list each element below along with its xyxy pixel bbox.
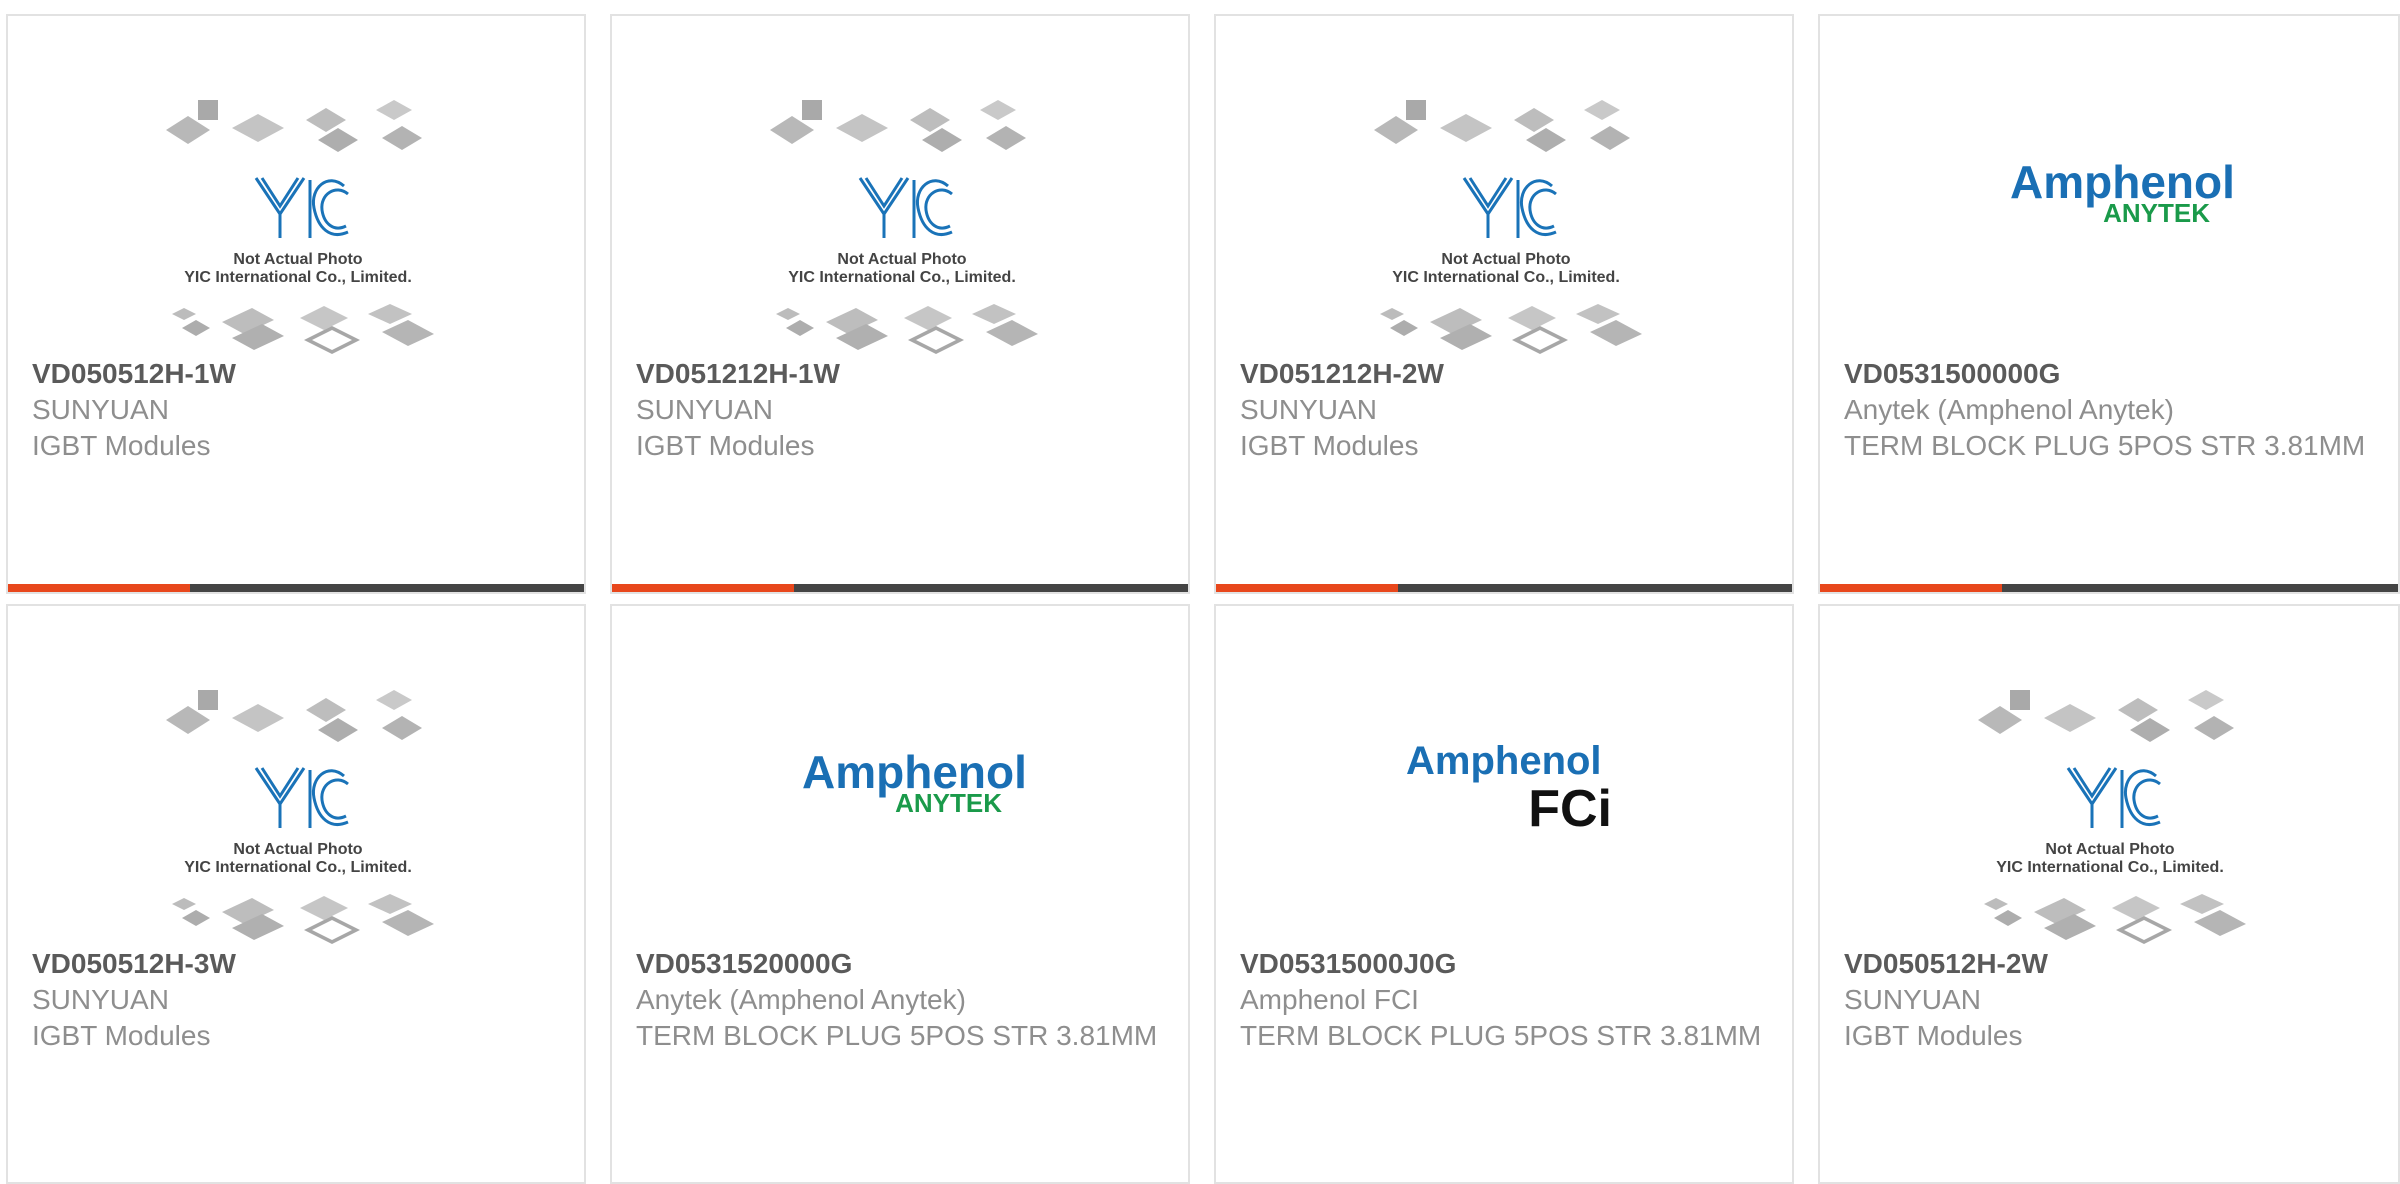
description: IGBT Modules xyxy=(1240,430,1419,461)
manufacturer: Anytek (Amphenol Anytek) xyxy=(1844,394,2174,425)
amphenol-anytek-logo: Amphenol ANYTEK xyxy=(1820,76,2398,356)
svg-text:Not Actual Photo: Not Actual Photo xyxy=(233,841,362,858)
card-accent xyxy=(1820,584,2002,592)
manufacturer: SUNYUAN xyxy=(1240,394,1377,425)
product-image-placeholder: Not Actual Photo YIC International Co., … xyxy=(1216,76,1792,356)
description: IGBT Modules xyxy=(1844,1020,2023,1051)
svg-text:Not Actual Photo: Not Actual Photo xyxy=(2045,841,2174,858)
description: TERM BLOCK PLUG 5POS STR 3.81MM xyxy=(636,1020,1158,1051)
svg-text:YIC International Co., Limited: YIC International Co., Limited. xyxy=(184,269,412,286)
product-card[interactable]: Not Actual Photo YIC International Co., … xyxy=(610,14,1190,594)
amphenol-anytek-logo: Amphenol ANYTEK xyxy=(612,666,1188,946)
part-number-link[interactable]: VD051212H-2W xyxy=(1240,356,1772,392)
svg-text:YIC International Co., Limited: YIC International Co., Limited. xyxy=(1996,859,2224,876)
card-bar xyxy=(1820,584,2398,592)
part-number-link[interactable]: VD0531520000G xyxy=(636,946,1168,982)
manufacturer: Anytek (Amphenol Anytek) xyxy=(636,984,966,1015)
svg-text:FCi: FCi xyxy=(1528,780,1612,838)
svg-text:Amphenol: Amphenol xyxy=(1406,739,1602,783)
svg-text:ANYTEK: ANYTEK xyxy=(895,788,1002,818)
product-card[interactable]: Not Actual Photo YIC International Co., … xyxy=(1818,604,2400,1184)
product-image-placeholder: Not Actual Photo YIC International Co., … xyxy=(8,666,584,946)
card-bar xyxy=(1216,584,1792,592)
card-accent xyxy=(1216,584,1398,592)
manufacturer: SUNYUAN xyxy=(32,984,169,1015)
svg-text:Not Actual Photo: Not Actual Photo xyxy=(1441,251,1570,268)
card-bar xyxy=(8,584,584,592)
product-card[interactable]: Amphenol ANYTEK VD0531500000G Anytek (Am… xyxy=(1818,14,2400,594)
manufacturer: SUNYUAN xyxy=(32,394,169,425)
manufacturer: SUNYUAN xyxy=(1844,984,1981,1015)
manufacturer: SUNYUAN xyxy=(636,394,773,425)
product-card[interactable]: Amphenol ANYTEK VD0531520000G Anytek (Am… xyxy=(610,604,1190,1184)
part-number-link[interactable]: VD0531500000G xyxy=(1844,356,2378,392)
description: IGBT Modules xyxy=(636,430,815,461)
description: TERM BLOCK PLUG 5POS STR 3.81MM xyxy=(1844,430,2366,461)
card-accent xyxy=(8,584,190,592)
product-card[interactable]: Not Actual Photo YIC International Co., … xyxy=(6,604,586,1184)
product-card[interactable]: Amphenol FCi VD05315000J0G Amphenol FCI … xyxy=(1214,604,1794,1184)
svg-text:Not Actual Photo: Not Actual Photo xyxy=(837,251,966,268)
amphenol-fci-logo: Amphenol FCi xyxy=(1216,666,1792,946)
manufacturer: Amphenol FCI xyxy=(1240,984,1419,1015)
svg-text:YIC International Co., Limited: YIC International Co., Limited. xyxy=(1392,269,1620,286)
svg-text:ANYTEK: ANYTEK xyxy=(2103,198,2210,228)
part-number-link[interactable]: VD050512H-3W xyxy=(32,946,564,982)
description: TERM BLOCK PLUG 5POS STR 3.81MM xyxy=(1240,1020,1762,1051)
part-number-link[interactable]: VD050512H-2W xyxy=(1844,946,2378,982)
product-image-placeholder: Not Actual Photo YIC International Co., … xyxy=(612,76,1188,356)
card-bar xyxy=(612,584,1188,592)
svg-text:YIC International Co., Limited: YIC International Co., Limited. xyxy=(788,269,1016,286)
part-number-link[interactable]: VD05315000J0G xyxy=(1240,946,1772,982)
product-card[interactable]: Not Actual Photo YIC International Co., … xyxy=(1214,14,1794,594)
svg-text:YIC International Co., Limited: YIC International Co., Limited. xyxy=(184,859,412,876)
description: IGBT Modules xyxy=(32,1020,211,1051)
card-accent xyxy=(612,584,794,592)
part-number-link[interactable]: VD051212H-1W xyxy=(636,356,1168,392)
product-image-placeholder: Not Actual Photo YIC International Co., … xyxy=(1820,666,2398,946)
product-image-placeholder: Not Actual Photo YIC International Co., … xyxy=(8,76,584,356)
product-card[interactable]: Not Actual Photo YIC International Co., … xyxy=(6,14,586,594)
description: IGBT Modules xyxy=(32,430,211,461)
svg-text:Not Actual Photo: Not Actual Photo xyxy=(233,251,362,268)
part-number-link[interactable]: VD050512H-1W xyxy=(32,356,564,392)
